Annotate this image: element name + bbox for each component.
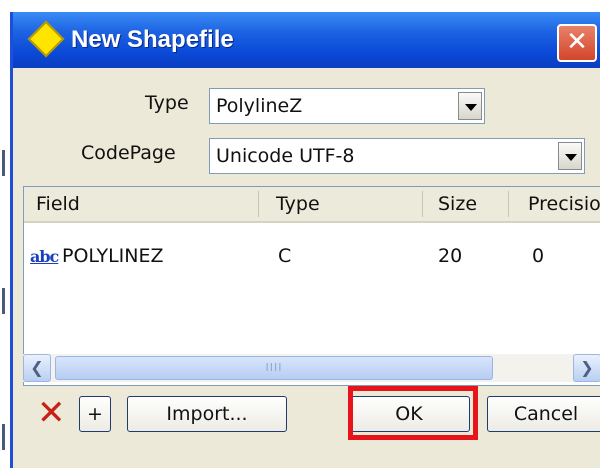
ok-highlight-box [348,386,478,440]
title-bar[interactable]: New Shapefile ✕ [13,12,600,68]
dialog-title: New Shapefile [71,26,234,53]
import-button[interactable]: Import... [127,396,287,432]
column-header-size[interactable]: Size [438,193,477,215]
column-divider[interactable] [258,191,259,217]
chevron-down-icon[interactable] [458,92,482,120]
type-label: Type [145,92,189,114]
codepage-value: Unicode UTF-8 [216,145,355,167]
delete-field-icon[interactable]: ✕ [37,396,66,430]
edge-mark [2,424,5,450]
new-shapefile-dialog: New Shapefile ✕ Type PolylineZ CodePage … [10,12,600,468]
table-header: Field Type Size Precisio [24,187,600,223]
column-header-type[interactable]: Type [276,193,320,215]
type-value: PolylineZ [216,95,303,117]
add-field-button[interactable]: + [79,396,111,432]
field-size-cell: 20 [438,245,463,267]
edge-mark [2,288,5,314]
field-type-cell: C [278,245,292,267]
horizontal-scrollbar[interactable]: ❮ IIII ❯ [23,354,600,382]
codepage-label: CodePage [81,142,176,164]
close-button[interactable]: ✕ [557,24,597,62]
chevron-down-icon[interactable] [558,142,582,170]
scroll-right-icon[interactable]: ❯ [573,354,600,382]
field-precision-cell: 0 [532,245,545,267]
background-edge [0,0,10,468]
cancel-button[interactable]: Cancel [487,396,600,432]
app-diamond-icon [27,20,65,58]
field-name-cell: POLYLINEZ [62,245,164,267]
column-divider[interactable] [508,191,509,217]
scroll-left-icon[interactable]: ❮ [23,354,51,382]
text-field-icon: abc [30,247,59,266]
codepage-select[interactable]: Unicode UTF-8 [209,138,585,174]
column-header-field[interactable]: Field [36,193,80,215]
column-header-precision[interactable]: Precisio [528,193,600,215]
column-divider[interactable] [422,191,423,217]
edge-mark [2,150,5,176]
scrollbar-thumb[interactable]: IIII [55,356,493,380]
type-select[interactable]: PolylineZ [209,88,485,124]
